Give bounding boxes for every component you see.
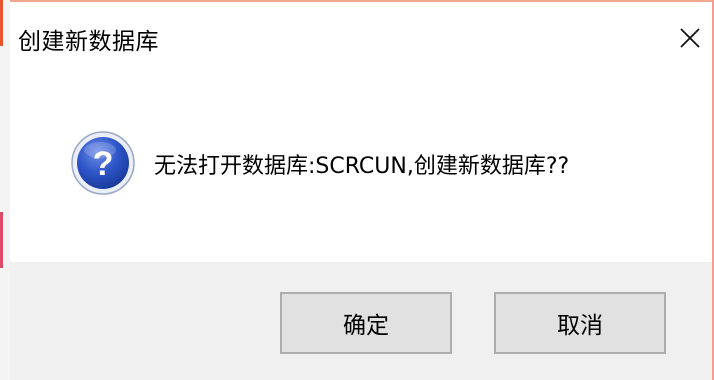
window-left-edge — [0, 0, 10, 380]
message-text: 无法打开数据库:SCRCUN,创建新数据库?? — [154, 154, 570, 179]
close-button[interactable] — [668, 16, 712, 60]
close-icon — [668, 16, 712, 60]
left-accent-middle — [0, 212, 3, 268]
window-title: 创建新数据库 — [18, 29, 159, 55]
title-bar[interactable]: 创建新数据库 — [10, 2, 712, 78]
dialog-window: 创建新数据库 ? 无法打开数据库:SCRCUN,创建新数据库?? 确定 取消 — [0, 0, 714, 380]
message-area: ? 无法打开数据库:SCRCUN,创建新数据库?? — [10, 78, 712, 262]
question-icon: ? — [70, 130, 136, 196]
button-bar: 确定 取消 — [10, 262, 712, 380]
svg-text:?: ? — [93, 145, 114, 183]
cancel-button[interactable]: 取消 — [494, 292, 666, 354]
left-accent-top — [0, 0, 3, 46]
ok-button[interactable]: 确定 — [280, 292, 452, 354]
